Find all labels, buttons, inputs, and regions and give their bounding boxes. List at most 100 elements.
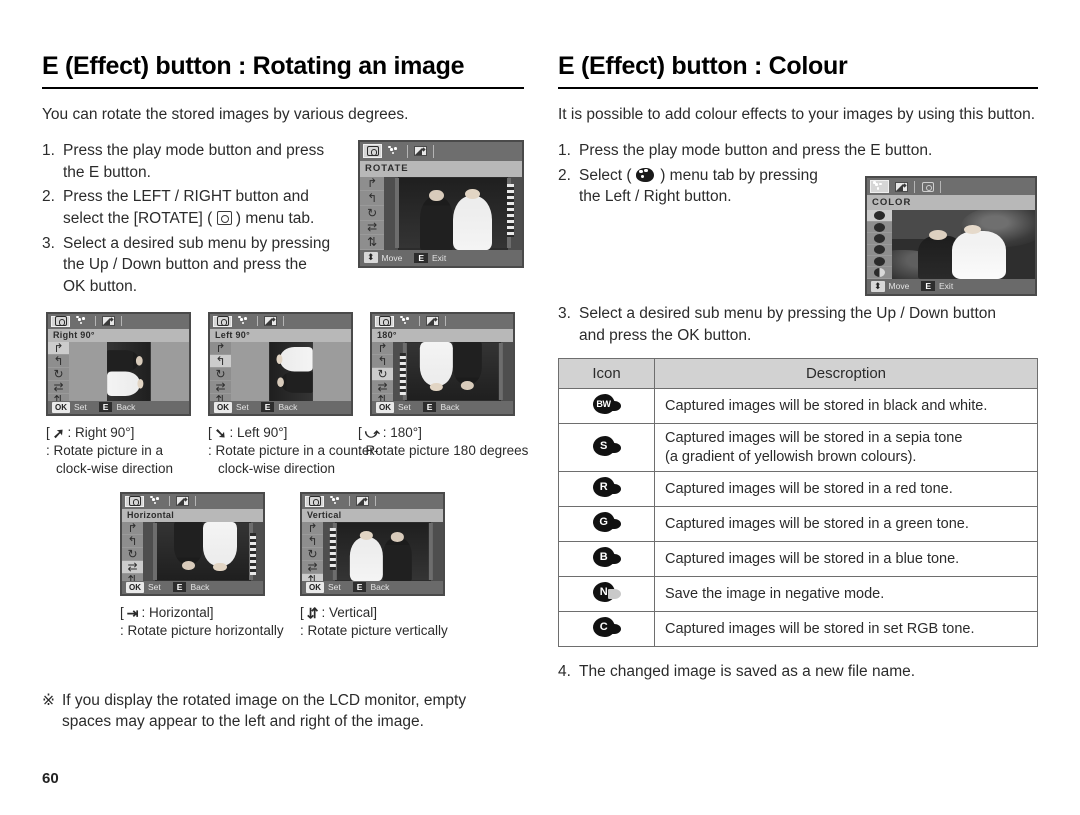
tab-rotate[interactable] <box>363 144 382 159</box>
lcd-left90-title: Left 90° <box>210 328 351 342</box>
submenu-left90[interactable]: ↰ <box>302 535 324 548</box>
caption-vertical-desc1: : Rotate picture vertically <box>300 623 448 639</box>
tab-rotate[interactable] <box>918 180 937 194</box>
tab-rotate[interactable] <box>51 315 70 327</box>
caption-row-2: [ ⇥ : Horizontal] : Rotate picture horiz… <box>42 604 524 648</box>
palette-icon <box>76 315 89 327</box>
preview-photo-rotated-right <box>107 341 151 401</box>
submenu-left90[interactable]: ↰ <box>372 355 394 368</box>
submenu-horizontal[interactable]: ⇄ <box>210 381 232 394</box>
left-heading-block: E (Effect) button : Rotating an image <box>42 52 524 89</box>
tab-rotate[interactable] <box>305 495 324 507</box>
horizontal-symbol-icon: ⇥ <box>126 604 139 621</box>
tab-rotate[interactable] <box>375 315 394 327</box>
submenu-right90[interactable]: ↱ <box>360 177 385 192</box>
table-cell-description: Captured images will be stored in a blue… <box>654 541 1038 578</box>
lcd-left90-submenu: ↱ ↰ ↻ ⇄ ⇅ <box>210 341 232 407</box>
submenu-horizontal[interactable]: ⇄ <box>372 381 394 394</box>
submenu-180[interactable]: ↻ <box>210 368 232 381</box>
lcd-180-tabs <box>372 313 513 329</box>
lcd-left90-statusbar: OK Set E Back <box>210 400 351 414</box>
e-key: E <box>422 402 437 413</box>
tab-colour[interactable] <box>327 495 346 507</box>
left-step-3-line1: Select a desired sub menu by pressing <box>63 234 331 252</box>
lcd-horizontal-statusbar: OK Set E Back <box>122 580 263 594</box>
submenu-left90[interactable]: ↰ <box>48 355 70 368</box>
submenu-180[interactable]: ↻ <box>372 367 394 381</box>
table-row: N Save the image in negative mode. <box>558 576 1038 613</box>
submenu-red[interactable] <box>867 233 893 245</box>
image-resize-icon <box>356 496 369 507</box>
camera-rotate-icon <box>216 316 229 327</box>
left-note-line1: If you display the rotated image on the … <box>62 691 467 709</box>
submenu-left90[interactable]: ↰ <box>210 354 232 368</box>
caption-vertical-head: [ ⇵ : Vertical] <box>300 604 480 622</box>
table-cell-description: Captured images will be stored in a sepi… <box>654 423 1038 473</box>
tab-colour[interactable] <box>235 315 254 327</box>
right90-symbol-icon: ➚ <box>52 424 65 441</box>
submenu-blue[interactable] <box>867 256 893 268</box>
submenu-180[interactable]: ↻ <box>302 548 324 561</box>
submenu-negative[interactable] <box>867 267 893 279</box>
submenu-left90[interactable]: ↰ <box>122 535 144 548</box>
submenu-horizontal[interactable]: ⇄ <box>302 561 324 574</box>
tab-resize[interactable] <box>423 315 442 327</box>
lcd-right90-preview <box>69 341 189 401</box>
left-step-3-line3: OK button. <box>63 278 138 296</box>
lcd-left90: Left 90° ↱ ↰ ↻ ⇄ ⇅ OK Set E Back <box>208 311 353 416</box>
lcd-180-preview <box>393 341 513 401</box>
lcd-rotate-statusbar: ⬍ Move E Exit <box>360 249 522 266</box>
lcd-vertical-preview <box>323 521 443 581</box>
preview-photo-flipped-vertical <box>323 521 443 581</box>
camera-rotate-icon <box>921 181 934 192</box>
submenu-180[interactable]: ↻ <box>360 206 385 221</box>
lcd-vertical-title: Vertical <box>302 508 443 522</box>
submenu-green[interactable] <box>867 245 893 257</box>
submenu-180[interactable]: ↻ <box>122 548 144 561</box>
ok-key: OK <box>126 581 144 593</box>
right-intro-text: It is possible to add colour effects to … <box>558 106 1036 123</box>
lcd-rotate-preview <box>384 176 522 250</box>
submenu-black-white[interactable] <box>867 210 893 222</box>
caption-right90-desc1: : Rotate picture in a <box>46 443 164 459</box>
preview-photo-flipped-horizontal <box>143 521 263 581</box>
submenu-right90[interactable]: ↱ <box>122 522 144 535</box>
row-desc-1: Captured images will be stored in a sepi… <box>665 430 963 447</box>
submenu-left90[interactable]: ↰ <box>360 191 385 206</box>
caption-left90-head: [ ➘ : Left 90°] <box>208 424 383 442</box>
submenu-right90[interactable]: ↱ <box>48 341 70 355</box>
submenu-right90[interactable]: ↱ <box>302 522 324 535</box>
tab-resize[interactable] <box>353 495 372 507</box>
submenu-horizontal[interactable]: ⇄ <box>122 560 144 574</box>
tab-colour[interactable] <box>397 315 416 327</box>
left-step-2-line1: Press the LEFT / RIGHT button and <box>63 188 309 206</box>
tab-resize[interactable] <box>411 144 430 159</box>
submenu-sepia[interactable] <box>867 222 893 234</box>
right-step-4-text: The changed image is saved as a new file… <box>579 663 916 681</box>
tab-colour[interactable] <box>870 180 889 194</box>
tab-resize[interactable] <box>173 495 192 507</box>
right-step-2-pre: Select ( <box>579 166 632 184</box>
preview-photo <box>384 176 522 250</box>
tab-colour[interactable] <box>73 315 92 327</box>
submenu-horizontal[interactable]: ⇄ <box>360 221 385 236</box>
status-set-label: Set <box>398 402 411 413</box>
tab-resize[interactable] <box>892 180 911 194</box>
table-header-row: Icon Descroption <box>558 358 1038 390</box>
tab-resize[interactable] <box>99 315 118 327</box>
right-steps-list: 1. Press the play mode button and press … <box>558 140 932 208</box>
table-cell-description: Captured images will be stored in a gree… <box>654 506 1038 543</box>
tab-colour[interactable] <box>385 144 404 159</box>
lcd-left90-preview <box>231 341 351 401</box>
submenu-180[interactable]: ↻ <box>48 368 70 381</box>
tab-colour[interactable] <box>147 495 166 507</box>
submenu-vertical[interactable]: ⇅ <box>360 235 385 250</box>
custom-rgb-icon: C <box>558 611 655 648</box>
tab-rotate[interactable] <box>125 495 144 507</box>
submenu-right90[interactable]: ↱ <box>372 342 394 355</box>
submenu-horizontal[interactable]: ⇄ <box>48 381 70 394</box>
caption-180: [ ⤻ : 180°] : Rotate picture 180 degrees <box>358 424 538 460</box>
tab-resize[interactable] <box>261 315 280 327</box>
submenu-right90[interactable]: ↱ <box>210 342 232 355</box>
tab-rotate[interactable] <box>213 315 232 327</box>
